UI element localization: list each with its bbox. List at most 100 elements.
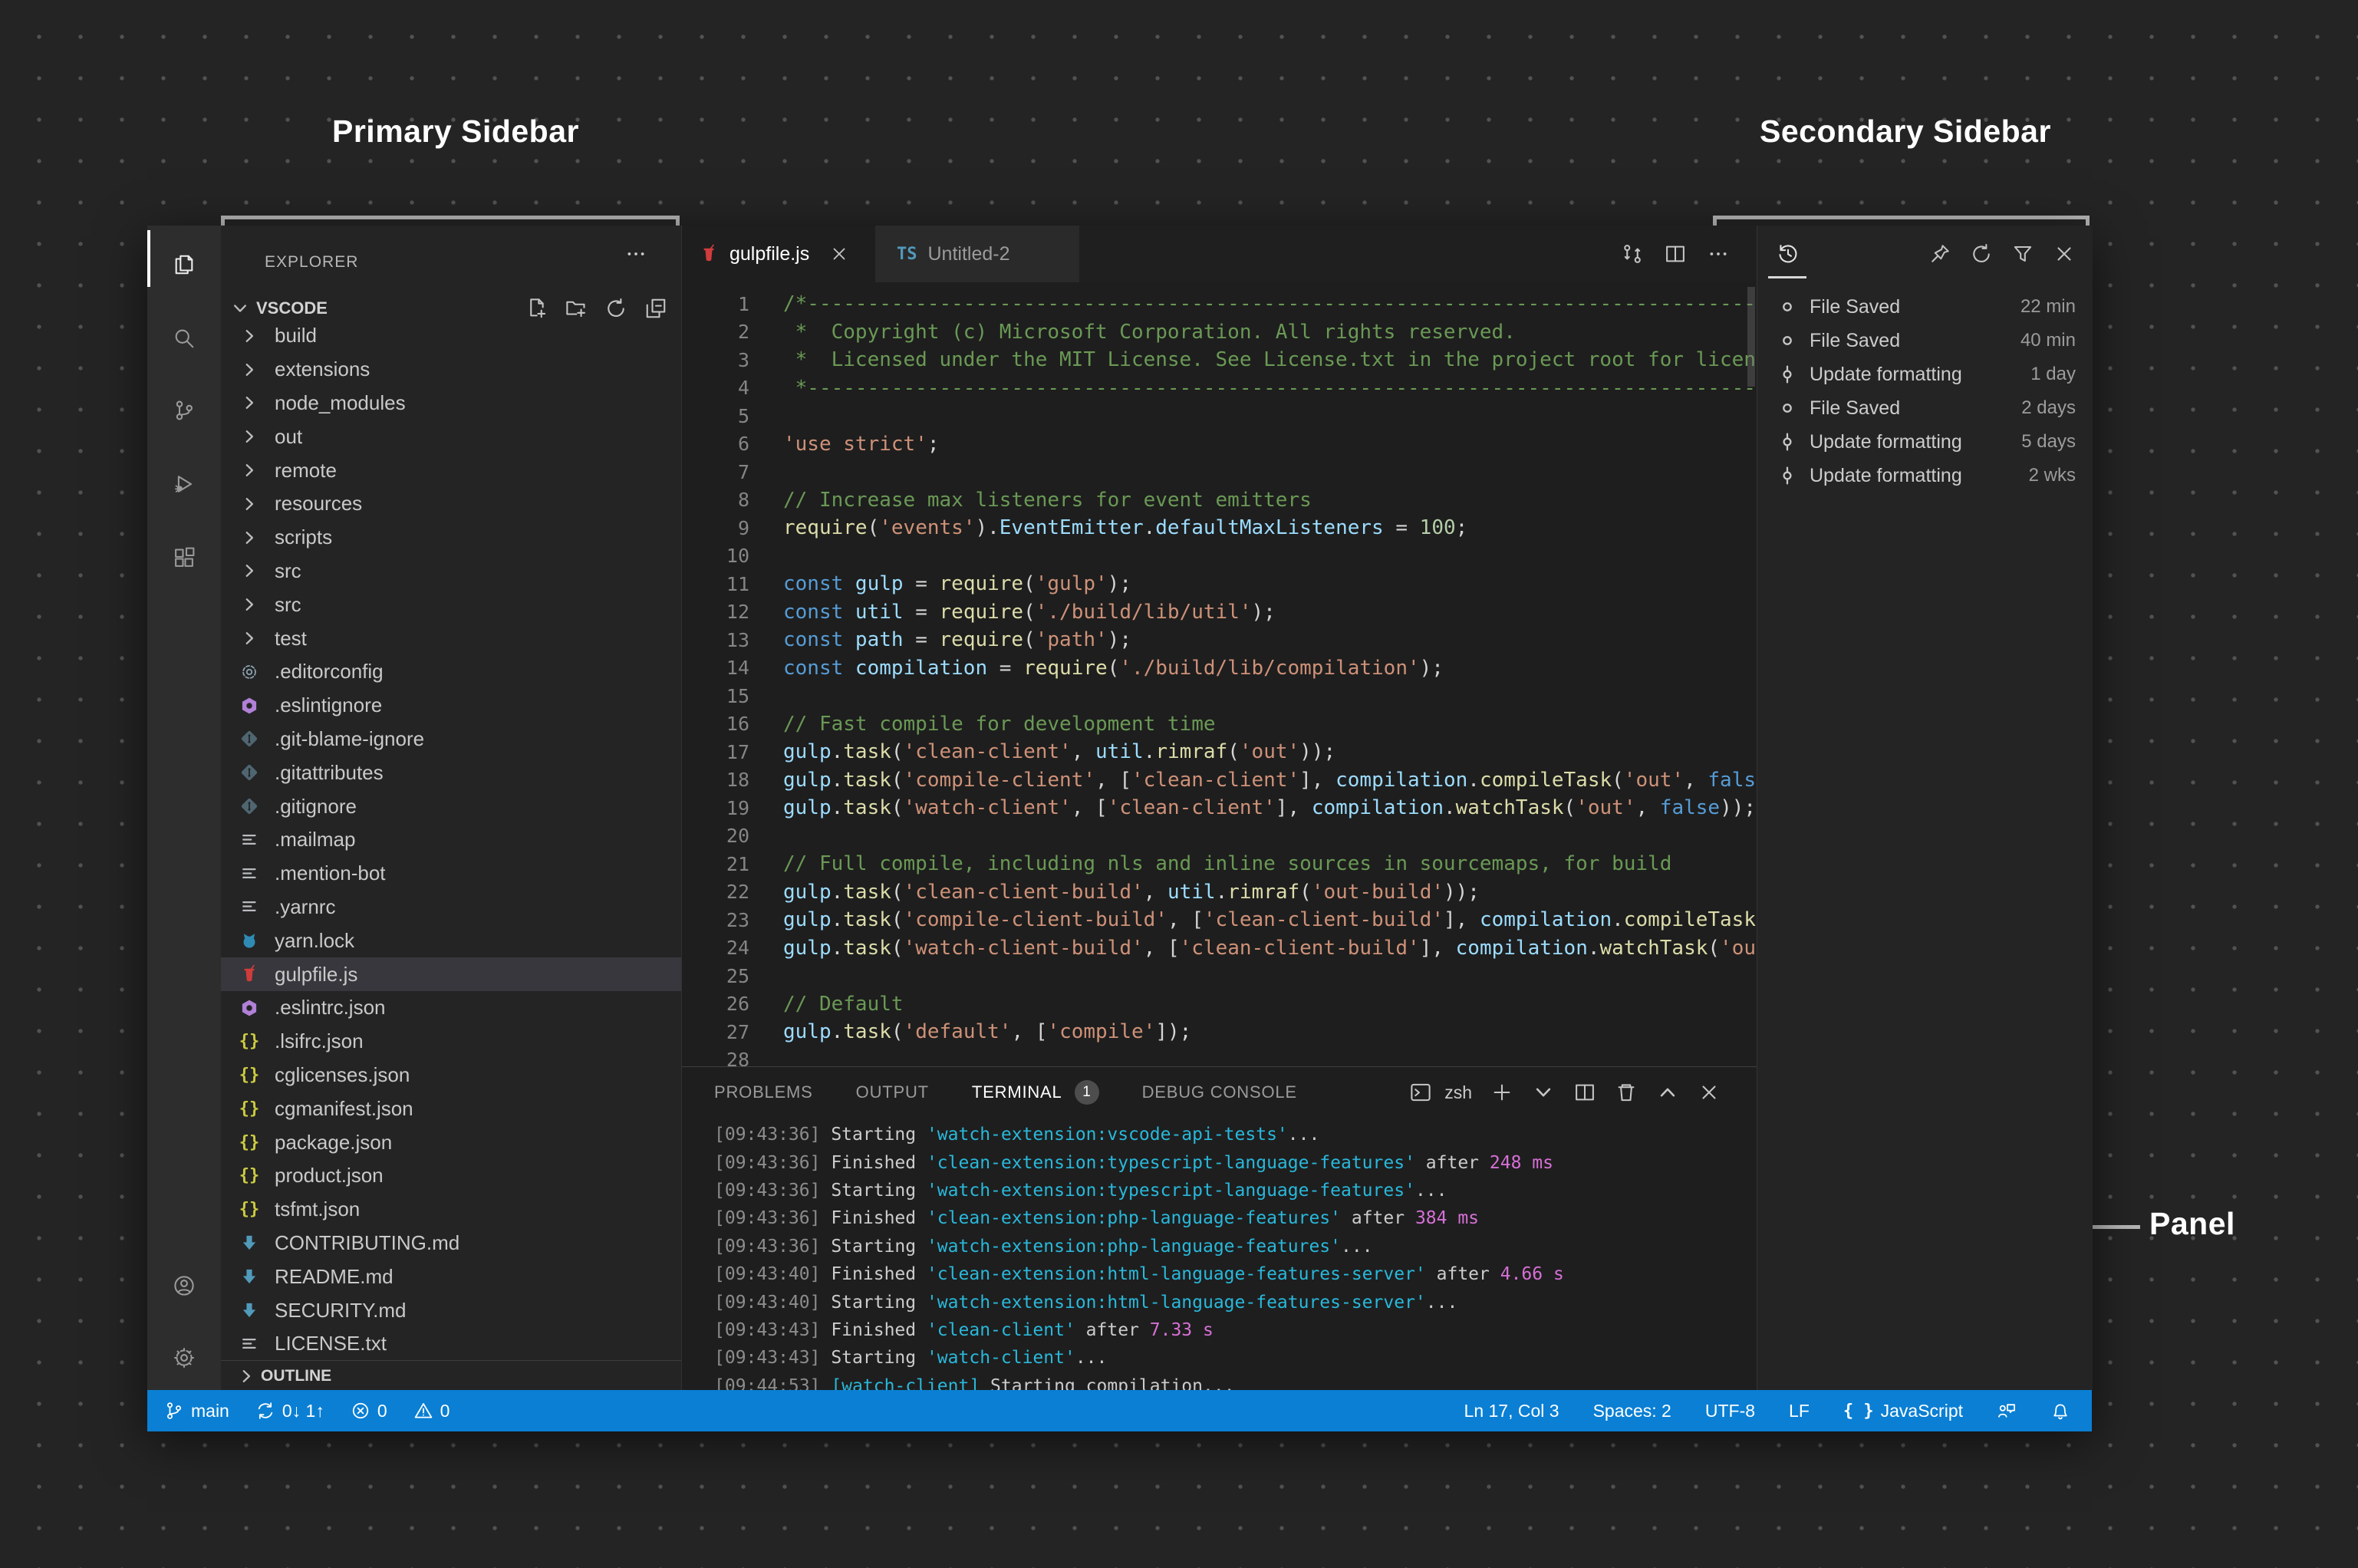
terminal-dropdown-button[interactable] [1532, 1081, 1555, 1104]
new-terminal-button[interactable] [1490, 1081, 1513, 1104]
activity-item-extensions[interactable] [166, 539, 203, 576]
status-item-feedback[interactable] [1997, 1401, 2017, 1421]
line-number: 13 [682, 629, 749, 651]
file-.gitignore[interactable]: .gitignore [221, 789, 681, 823]
status-item-language-mode[interactable]: { }JavaScript [1843, 1401, 1963, 1421]
maximize-panel-button[interactable] [1656, 1081, 1679, 1104]
timeline-item[interactable]: Update formatting5 days [1757, 425, 2093, 459]
file-cglicenses.json[interactable]: {}cglicenses.json [221, 1059, 681, 1092]
file-.mention-bot[interactable]: .mention-bot [221, 857, 681, 891]
filter-button[interactable] [2011, 242, 2034, 265]
activity-item-account[interactable] [166, 1267, 203, 1304]
file-package.json[interactable]: {}package.json [221, 1125, 681, 1159]
file-CONTRIBUTING.md[interactable]: CONTRIBUTING.md [221, 1227, 681, 1260]
file-README.md[interactable]: README.md [221, 1260, 681, 1293]
file-product.json[interactable]: {}product.json [221, 1159, 681, 1193]
folder-build[interactable]: build [221, 319, 681, 353]
more-actions-button[interactable] [1707, 242, 1730, 265]
editor-tab-Untitled-2[interactable]: TSUntitled-2 [875, 226, 1079, 282]
split-terminal-button[interactable] [1573, 1081, 1596, 1104]
file-.mailmap[interactable]: .mailmap [221, 823, 681, 857]
activity-item-settings[interactable] [166, 1339, 203, 1376]
status-item-branch[interactable]: main [164, 1401, 229, 1421]
file-.editorconfig[interactable]: .editorconfig [221, 655, 681, 689]
file-.gitattributes[interactable]: .gitattributes [221, 756, 681, 789]
timeline-item[interactable]: File Saved22 min [1757, 290, 2093, 324]
line-content: * Copyright (c) Microsoft Corporation. A… [783, 321, 1516, 344]
file-tsfmt.json[interactable]: {}tsfmt.json [221, 1193, 681, 1227]
text-segment: ); [1108, 572, 1131, 595]
status-item-cursor-position[interactable]: Ln 17, Col 3 [1464, 1401, 1559, 1421]
item-label: .mention-bot [275, 861, 386, 885]
folder-resources[interactable]: resources [221, 487, 681, 521]
text-segment: require [783, 516, 868, 539]
folder-extensions[interactable]: extensions [221, 353, 681, 387]
text-segment: . [1467, 769, 1480, 792]
file-SECURITY.md[interactable]: SECURITY.md [221, 1293, 681, 1327]
text-segment: ]); [1155, 1020, 1191, 1043]
item-label: .gitattributes [275, 761, 384, 785]
split-editor-button[interactable] [1664, 242, 1687, 265]
new-file-button[interactable] [525, 297, 548, 320]
status-item-encoding[interactable]: UTF-8 [1705, 1401, 1755, 1421]
file-gulpfile.js[interactable]: gulpfile.js [221, 957, 681, 991]
new-folder-button[interactable] [565, 297, 588, 320]
refresh-button[interactable] [1970, 242, 1993, 265]
history-tab[interactable] [1770, 238, 1806, 270]
status-item-warnings[interactable]: 0 [413, 1401, 450, 1421]
activity-item-search[interactable] [166, 320, 203, 357]
status-item-sync[interactable]: 0↓ 1↑ [255, 1401, 324, 1421]
folder-node_modules[interactable]: node_modules [221, 387, 681, 420]
file-.eslintrc.json[interactable]: .eslintrc.json [221, 991, 681, 1025]
file-.git-blame-ignore[interactable]: .git-blame-ignore [221, 723, 681, 756]
status-item-indentation[interactable]: Spaces: 2 [1593, 1401, 1671, 1421]
activity-item-source-control[interactable] [166, 392, 203, 429]
timeline-item[interactable]: Update formatting1 day [1757, 357, 2093, 391]
file-.lsifrc.json[interactable]: {}.lsifrc.json [221, 1025, 681, 1059]
more-actions-button[interactable] [624, 242, 647, 265]
outline-section-header[interactable]: OUTLINE [221, 1360, 681, 1390]
refresh-button[interactable] [604, 297, 627, 320]
activity-item-explorer[interactable] [166, 246, 203, 283]
pin-button[interactable] [1928, 242, 1951, 265]
close-panel-button[interactable] [1698, 1081, 1721, 1104]
timeline-item[interactable]: File Saved2 days [1757, 391, 2093, 425]
status-item-errors[interactable]: 0 [351, 1401, 387, 1421]
status-item-text: main [191, 1401, 229, 1421]
file-.eslintignore[interactable]: .eslintignore [221, 689, 681, 723]
panel-tab-output[interactable]: OUTPUT [856, 1082, 929, 1102]
code-editor[interactable]: 1/*-------------------------------------… [682, 282, 1757, 1066]
timeline-item-label: File Saved [1810, 296, 1900, 318]
panel-tab-terminal[interactable]: TERMINAL1 [972, 1080, 1099, 1105]
close-tab-icon[interactable] [829, 244, 849, 264]
folder-remote[interactable]: remote [221, 453, 681, 487]
file-cgmanifest.json[interactable]: {}cgmanifest.json [221, 1092, 681, 1125]
kill-terminal-button[interactable] [1615, 1081, 1638, 1104]
line-content: const compilation = require('./build/lib… [783, 657, 1444, 680]
file-LICENSE.txt[interactable]: LICENSE.txt [221, 1327, 681, 1361]
open-changes-button[interactable] [1621, 242, 1644, 265]
status-item-eol[interactable]: LF [1789, 1401, 1810, 1421]
folder-test[interactable]: test [221, 621, 681, 655]
collapse-all-button[interactable] [644, 297, 667, 320]
file-yarn.lock[interactable]: yarn.lock [221, 924, 681, 957]
timeline-item[interactable]: Update formatting2 wks [1757, 459, 2093, 492]
close-sidebar-button[interactable] [2053, 242, 2076, 265]
status-item-notifications[interactable] [2050, 1401, 2070, 1421]
folder-src[interactable]: src [221, 588, 681, 621]
timeline-item[interactable]: File Saved40 min [1757, 324, 2093, 357]
panel-tab-problems[interactable]: PROBLEMS [714, 1082, 813, 1102]
editor-scrollbar[interactable] [1747, 287, 1755, 387]
activity-item-run-debug[interactable] [166, 466, 203, 502]
folder-src[interactable]: src [221, 555, 681, 588]
terminal-output[interactable]: [09:43:36] Starting 'watch-extension:vsc… [714, 1121, 1742, 1391]
folder-scripts[interactable]: scripts [221, 521, 681, 555]
code-line-10: 10 [682, 542, 1757, 571]
editor-tab-gulpfile.js[interactable]: gulpfile.js [682, 226, 875, 282]
shell-name[interactable]: zsh [1444, 1082, 1472, 1103]
file-.yarnrc[interactable]: .yarnrc [221, 891, 681, 924]
panel-tab-debug-console[interactable]: DEBUG CONSOLE [1142, 1082, 1297, 1102]
status-item-text: 0 [440, 1401, 450, 1421]
folder-out[interactable]: out [221, 420, 681, 453]
eslint-file-icon [238, 998, 261, 1018]
